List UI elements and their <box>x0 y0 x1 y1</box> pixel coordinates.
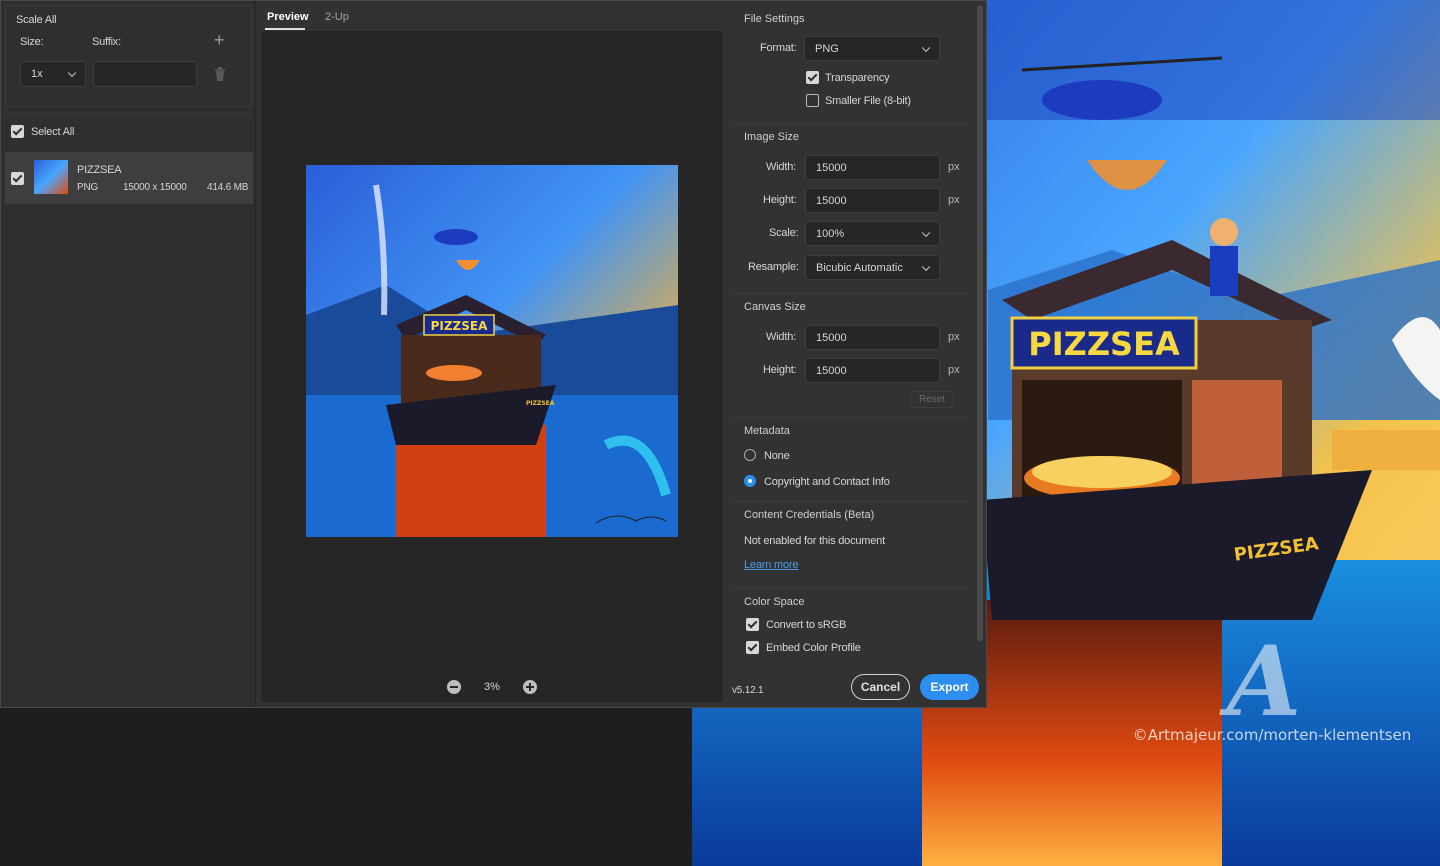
metadata-section: Metadata None Copyright and Contact Info <box>732 417 969 499</box>
credentials-status: Not enabled for this document <box>744 535 885 547</box>
asset-dimensions: 15000 x 15000 <box>123 182 187 193</box>
select-all-checkbox[interactable] <box>11 125 24 138</box>
format-select[interactable]: PNG <box>804 36 940 61</box>
image-width-unit: px <box>948 161 960 173</box>
scale-settings: Scale All Size: Suffix: + 1x <box>5 5 252 107</box>
canvas-size-title: Canvas Size <box>744 301 806 313</box>
file-settings-title: File Settings <box>744 13 805 25</box>
tab-preview[interactable]: Preview <box>267 11 309 23</box>
credentials-title: Content Credentials (Beta) <box>744 509 875 521</box>
metadata-none-radio[interactable] <box>744 449 756 461</box>
asset-row[interactable]: PIZZSEA PNG 15000 x 15000 414.6 MB <box>5 152 253 204</box>
resample-label: Resample: <box>748 261 799 273</box>
suffix-input[interactable] <box>93 61 197 87</box>
zoom-level: 3% <box>484 681 500 693</box>
scale-select[interactable]: 1x <box>20 61 86 87</box>
asset-panel: Scale All Size: Suffix: + 1x Select All … <box>1 1 256 707</box>
transparency-checkbox[interactable] <box>806 71 819 84</box>
bg-sign-text: PIZZSEA <box>1028 325 1180 363</box>
learn-more-link[interactable]: Learn more <box>744 559 798 571</box>
export-button[interactable]: Export <box>920 674 979 700</box>
settings-scrollbar[interactable] <box>977 5 983 641</box>
file-settings-section: File Settings Format: PNG Transparency S… <box>732 5 969 121</box>
metadata-copyright-radio[interactable] <box>744 475 756 487</box>
canvas-height-label: Height: <box>763 364 797 376</box>
tab-underline <box>265 28 305 30</box>
resample-select[interactable]: Bicubic Automatic <box>805 255 940 280</box>
scale-percent-select[interactable]: 100% <box>805 221 940 246</box>
image-width-label: Width: <box>766 161 796 173</box>
embed-profile-label: Embed Color Profile <box>766 642 861 654</box>
image-height-input[interactable]: 15000 <box>805 188 940 213</box>
watermark-logo: A <box>1219 625 1301 738</box>
content-credentials-section: Content Credentials (Beta) Not enabled f… <box>732 501 969 585</box>
color-space-title: Color Space <box>744 596 805 608</box>
canvas-width-unit: px <box>948 331 960 343</box>
preview-image: PIZZSEA PIZZSEA <box>306 165 678 537</box>
size-label: Size: <box>20 36 44 48</box>
cancel-button[interactable]: Cancel <box>851 674 910 700</box>
image-size-section: Image Size Width: 15000 px Height: 15000… <box>732 123 969 289</box>
select-all-row[interactable]: Select All <box>5 113 252 149</box>
metadata-none-label: None <box>764 450 790 462</box>
image-width-input[interactable]: 15000 <box>805 155 940 180</box>
asset-filesize: 414.6 MB <box>207 182 249 193</box>
scale-all-label: Scale All <box>16 14 57 26</box>
asset-thumbnail <box>34 160 68 194</box>
zoom-in-icon[interactable] <box>523 680 537 694</box>
format-label: Format: <box>760 42 797 54</box>
image-height-label: Height: <box>763 194 797 206</box>
convert-srgb-checkbox[interactable] <box>746 618 759 631</box>
asset-checkbox[interactable] <box>11 172 24 185</box>
canvas-size-section: Canvas Size Width: 15000 px Height: 1500… <box>732 293 969 415</box>
canvas-height-input[interactable]: 15000 <box>805 358 940 383</box>
image-size-title: Image Size <box>744 131 800 143</box>
asset-format: PNG <box>77 182 99 193</box>
settings-panel: File Settings Format: PNG Transparency S… <box>730 1 988 707</box>
preview-area: PIZZSEA PIZZSEA 3% <box>261 31 723 702</box>
preview-hull-text: PIZZSEA <box>526 400 555 407</box>
canvas-height-unit: px <box>948 364 960 376</box>
trash-icon[interactable] <box>214 67 226 81</box>
canvas-width-input[interactable]: 15000 <box>805 325 940 350</box>
convert-srgb-label: Convert to sRGB <box>766 619 847 631</box>
select-all-label: Select All <box>31 126 75 138</box>
preview-sign-text: PIZZSEA <box>431 319 489 333</box>
image-height-unit: px <box>948 194 960 206</box>
tab-2up[interactable]: 2-Up <box>325 11 349 23</box>
reset-button[interactable]: Reset <box>910 391 954 408</box>
export-dialog: Scale All Size: Suffix: + 1x Select All … <box>0 0 987 708</box>
color-space-section: Color Space Convert to sRGB Embed Color … <box>732 587 969 663</box>
suffix-label: Suffix: <box>92 36 121 48</box>
canvas-width-label: Width: <box>766 331 796 343</box>
metadata-title: Metadata <box>744 425 790 437</box>
add-scale-icon[interactable]: + <box>214 30 225 51</box>
zoom-out-icon[interactable] <box>447 680 461 694</box>
transparency-label: Transparency <box>825 72 890 84</box>
version-label: v5.12.1 <box>732 685 764 696</box>
watermark-text: ©Artmajeur.com/morten-klementsen <box>1133 726 1412 744</box>
scale-label: Scale: <box>769 227 799 239</box>
metadata-copyright-label: Copyright and Contact Info <box>764 476 890 488</box>
smaller-file-label: Smaller File (8-bit) <box>825 95 911 107</box>
embed-profile-checkbox[interactable] <box>746 641 759 654</box>
asset-name: PIZZSEA <box>77 164 122 176</box>
smaller-file-checkbox[interactable] <box>806 94 819 107</box>
